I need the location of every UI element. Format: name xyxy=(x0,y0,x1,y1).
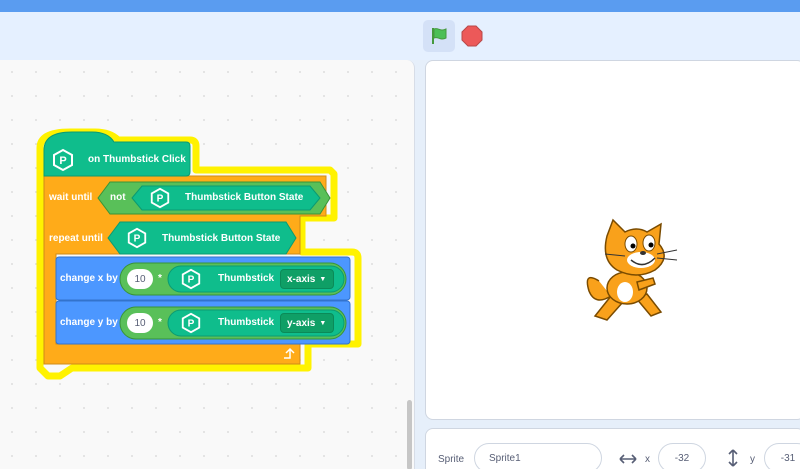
x-position-value: -32 xyxy=(674,452,690,464)
not-label[interactable]: not xyxy=(110,192,126,203)
cat-sprite[interactable] xyxy=(581,216,691,328)
change-y-value-input[interactable]: 10 xyxy=(127,313,153,333)
axis-dropdown-value: y-axis xyxy=(287,317,316,329)
axis-dropdown-x[interactable]: x-axis ▼ xyxy=(280,269,334,289)
sprite-name-value: Sprite1 xyxy=(489,452,521,464)
wait-reporter-label[interactable]: Thumbstick Button State xyxy=(185,192,303,203)
thumbstick-y-label[interactable]: Thumbstick xyxy=(218,317,274,328)
svg-text:P: P xyxy=(188,275,195,286)
stop-button[interactable] xyxy=(460,24,484,48)
x-position-input[interactable]: -32 xyxy=(658,443,706,469)
svg-text:P: P xyxy=(134,234,141,245)
y-position-input[interactable]: -31 xyxy=(764,443,800,469)
svg-text:P: P xyxy=(59,155,66,167)
chevron-down-icon: ▼ xyxy=(319,319,327,327)
y-label: y xyxy=(750,454,755,465)
change-y-label[interactable]: change y by xyxy=(60,317,118,328)
sprite-name-input[interactable]: Sprite1 xyxy=(474,443,602,469)
x-label: x xyxy=(645,454,650,465)
extension-pentagon-icon: P xyxy=(127,227,147,249)
sprite-info-panel: Sprite Sprite1 x -32 y -31 xyxy=(425,428,800,469)
multiply-operator-label: * xyxy=(158,273,162,284)
extension-pentagon-icon: P xyxy=(150,187,170,209)
thumbstick-x-label[interactable]: Thumbstick xyxy=(218,273,274,284)
y-position-value: -31 xyxy=(780,452,796,464)
chevron-down-icon: ▼ xyxy=(319,275,327,283)
stage-canvas[interactable] xyxy=(425,60,800,420)
multiply-operator-label: * xyxy=(158,317,162,328)
green-flag-button[interactable] xyxy=(423,20,455,52)
repeat-reporter-label[interactable]: Thumbstick Button State xyxy=(162,233,280,244)
axis-dropdown-y[interactable]: y-axis ▼ xyxy=(280,313,334,333)
change-x-value-input[interactable]: 10 xyxy=(127,269,153,289)
stop-icon xyxy=(461,25,483,47)
svg-text:P: P xyxy=(157,194,164,205)
extension-pentagon-icon: P xyxy=(181,312,201,334)
sprite-label: Sprite xyxy=(438,454,465,465)
green-flag-icon xyxy=(432,28,447,44)
axis-dropdown-value: x-axis xyxy=(287,273,316,285)
vertical-arrows-icon xyxy=(728,449,738,467)
wait-until-label[interactable]: wait until xyxy=(49,192,92,203)
hat-block-label[interactable]: on Thumbstick Click xyxy=(88,154,186,165)
horizontal-arrows-icon xyxy=(619,454,637,464)
svg-text:P: P xyxy=(188,319,195,330)
change-x-label[interactable]: change x by xyxy=(60,273,118,284)
repeat-until-label[interactable]: repeat until xyxy=(49,233,103,244)
extension-pentagon-icon: P xyxy=(181,268,201,290)
extension-pentagon-icon: P xyxy=(53,148,73,172)
